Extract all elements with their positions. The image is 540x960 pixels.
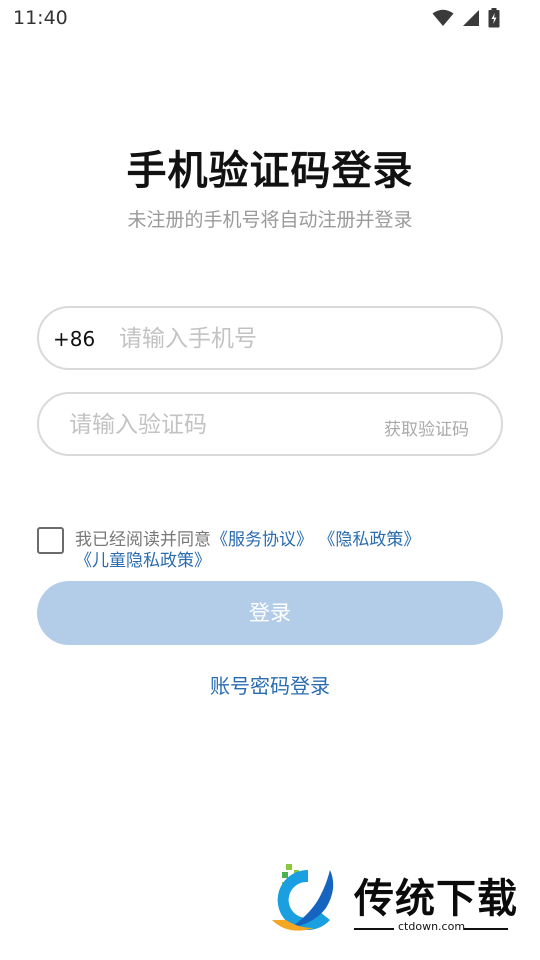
page-title: 手机验证码登录 bbox=[126, 148, 414, 194]
status-time: 11:40 bbox=[13, 7, 68, 29]
login-button[interactable]: 登录 bbox=[37, 581, 503, 645]
ctdown-logo-icon bbox=[268, 862, 348, 941]
code-field[interactable]: 获取验证码 bbox=[37, 392, 503, 456]
agreement-checkbox[interactable] bbox=[37, 527, 64, 554]
wifi-icon bbox=[432, 9, 454, 31]
watermark-text: 传统下载 bbox=[354, 876, 518, 922]
watermark-url: ctdown.com bbox=[398, 920, 466, 933]
signal-icon bbox=[462, 9, 480, 31]
watermark-divider bbox=[354, 928, 394, 930]
privacy-policy-link[interactable]: 《隐私政策》 bbox=[318, 530, 420, 550]
watermark: 传统下载 ctdown.com bbox=[268, 862, 518, 942]
get-code-button[interactable]: 获取验证码 bbox=[384, 415, 469, 440]
country-code[interactable]: +86 bbox=[53, 327, 95, 351]
children-privacy-link[interactable]: 《儿童隐私政策》 bbox=[75, 551, 211, 571]
status-bar: 11:40 bbox=[0, 0, 540, 36]
battery-charging-icon bbox=[488, 8, 500, 32]
status-icons bbox=[432, 8, 500, 32]
watermark-divider bbox=[464, 928, 508, 930]
password-login-link[interactable]: 账号密码登录 bbox=[0, 670, 540, 699]
service-agreement-link[interactable]: 《服务协议》 bbox=[211, 530, 313, 550]
phone-input[interactable] bbox=[119, 322, 489, 356]
page-subtitle: 未注册的手机号将自动注册并登录 bbox=[127, 209, 413, 231]
code-input[interactable] bbox=[69, 408, 369, 442]
agreement-text-line2: 《儿童隐私政策》 bbox=[75, 546, 211, 571]
phone-field[interactable]: +86 bbox=[37, 306, 503, 370]
